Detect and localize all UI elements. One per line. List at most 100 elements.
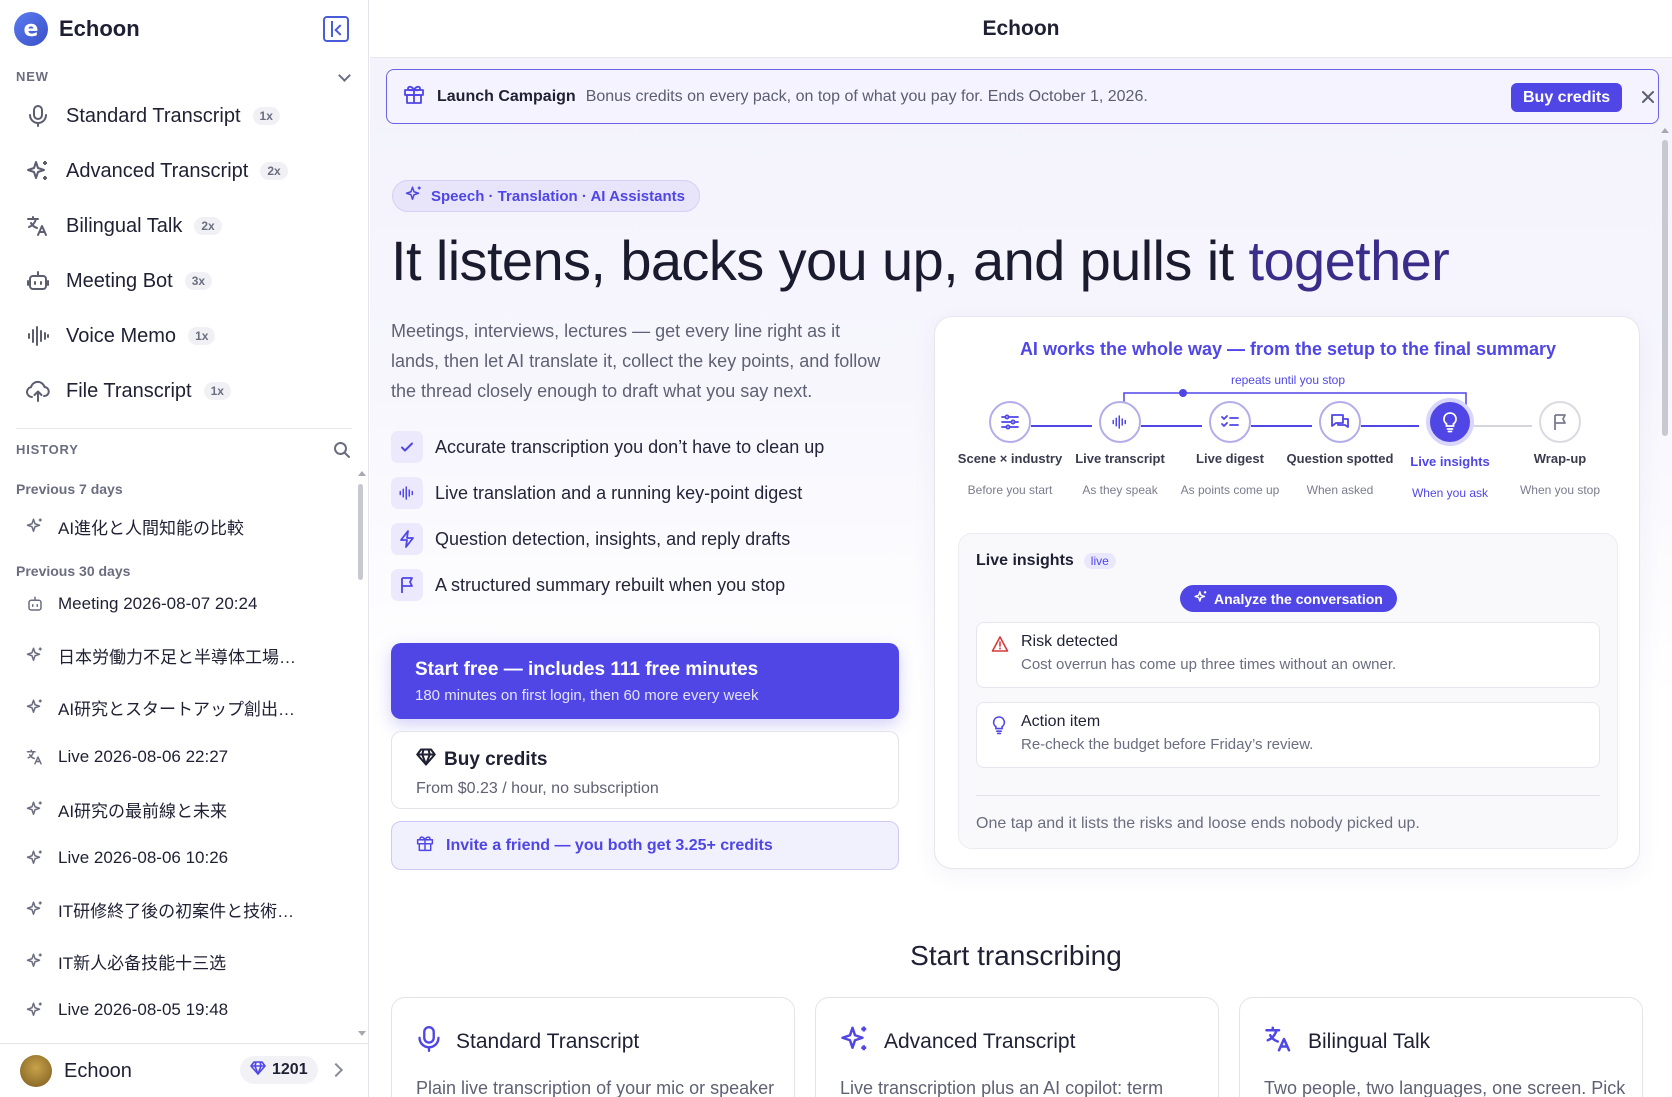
main-scrollbar[interactable] (1662, 140, 1668, 436)
user-name: Echoon (64, 1060, 132, 1082)
user-bar[interactable]: Echoon 1201 (0, 1043, 369, 1097)
buy-credits-card[interactable]: Buy credits From $0.23 / hour, no subscr… (391, 731, 899, 809)
close-icon[interactable] (1639, 88, 1657, 106)
new-item-label: Standard Transcript (66, 104, 241, 127)
translate-icon (1264, 1024, 1294, 1060)
step-timing: When you stop (1519, 483, 1601, 497)
step-name: Live insights (1410, 454, 1490, 469)
flag-icon (1539, 401, 1581, 443)
product-tagline-pill: Speech · Translation · AI Assistants (392, 180, 700, 212)
collapse-sidebar-icon[interactable] (323, 16, 349, 42)
history-scroll-down[interactable] (358, 1031, 366, 1036)
chevron-down-icon[interactable] (338, 69, 351, 82)
search-icon[interactable] (333, 441, 351, 464)
credit-balance[interactable]: 1201 (240, 1056, 318, 1084)
workflow-card: AI works the whole way — from the setup … (934, 316, 1640, 869)
history-item-label: IT研修終了後の初案件と技術… (58, 901, 295, 921)
mode-description: Live transcription plus an AI copilot: t… (840, 1078, 1164, 1097)
new-standard-transcript[interactable]: Standard Transcript 1x (24, 96, 280, 136)
step-name: Question spotted (1286, 451, 1394, 466)
new-meeting-bot[interactable]: Meeting Bot 3x (24, 261, 213, 301)
sparkles-icon (24, 515, 46, 537)
mode-card-advanced-transcript[interactable]: Advanced Transcript Live transcription p… (815, 997, 1219, 1097)
cloud-upload-icon (24, 377, 52, 405)
history-item-label: AI研究の最前線と未来 (58, 801, 228, 821)
sparkles-icon (24, 798, 46, 820)
analyze-conversation-button[interactable]: Analyze the conversation (1180, 585, 1397, 612)
flag-icon (391, 569, 423, 601)
avatar[interactable] (20, 1055, 52, 1087)
start-transcribing-heading: Start transcribing (910, 940, 1122, 971)
history-scrollbar[interactable] (358, 484, 363, 580)
history-scroll-up[interactable] (358, 471, 366, 476)
feature-item: Question detection, insights, and reply … (391, 523, 790, 555)
history-item[interactable]: Live 2026-08-06 10:26 (24, 843, 228, 873)
new-file-transcript[interactable]: File Transcript 1x (24, 371, 231, 411)
new-advanced-transcript[interactable]: Advanced Transcript 2x (24, 151, 288, 191)
sparkles-icon (1194, 590, 1208, 607)
checklist-icon (1209, 401, 1251, 443)
workflow-step: Live digest As points come up (1175, 401, 1285, 497)
analyze-label: Analyze the conversation (1214, 590, 1383, 607)
history-item-label: AI進化と人間知能の比較 (58, 518, 245, 538)
sparkles-icon (24, 950, 46, 972)
diamond-icon (250, 1060, 266, 1080)
sparkles-icon (24, 898, 46, 920)
check-icon (391, 431, 423, 463)
history-item[interactable]: 日本労働力不足と半導体工場… (24, 640, 296, 670)
divider (16, 428, 352, 429)
sparkles-icon (24, 157, 52, 185)
brand[interactable]: e Echoon (14, 12, 140, 46)
insight-action: Action item Re-check the budget before F… (976, 702, 1600, 768)
history-item[interactable]: AI研究の最前線と未来 (24, 794, 227, 824)
chat-bubbles-icon (1319, 401, 1361, 443)
history-section-label: HISTORY (16, 442, 79, 457)
hero-description: Meetings, interviews, lectures — get eve… (391, 321, 881, 401)
page-title: Echoon (982, 16, 1060, 40)
history-item-label: AI研究とスタートアップ創出… (58, 699, 296, 719)
microphone-icon (24, 102, 52, 130)
history-item-label: Live 2026-08-06 22:27 (58, 747, 229, 766)
history-item[interactable]: Meeting 2026-08-07 20:24 (24, 589, 257, 619)
step-timing: Before you start (967, 483, 1053, 497)
insight-title: Risk detected (1021, 633, 1118, 650)
new-item-label: Bilingual Talk (66, 214, 183, 237)
history-item[interactable]: Live 2026-08-06 22:27 (24, 742, 228, 772)
history-item-label: 日本労働力不足と半導体工場… (58, 647, 296, 667)
feature-item: Accurate transcription you don’t have to… (391, 431, 824, 463)
new-section-label: NEW (16, 69, 49, 84)
history-item[interactable]: IT研修終了後の初案件と技術… (24, 894, 294, 924)
divider (976, 795, 1600, 796)
banner-title: Launch Campaign (437, 87, 576, 105)
new-voice-memo[interactable]: Voice Memo 1x (24, 316, 216, 356)
mode-card-bilingual-talk[interactable]: Bilingual Talk Two people, two languages… (1239, 997, 1643, 1097)
new-item-label: Advanced Transcript (66, 159, 249, 182)
mode-card-standard-transcript[interactable]: Standard Transcript Plain live transcrip… (391, 997, 795, 1097)
multiplier-badge: 2x (260, 162, 288, 180)
start-free-button[interactable]: Start free — includes 111 free minutes 1… (391, 643, 899, 719)
live-insights-panel: Live insights live Analyze the conversat… (958, 533, 1618, 849)
step-name: Wrap-up (1533, 451, 1587, 466)
step-timing: As they speak (1082, 483, 1158, 497)
waveform-icon (24, 322, 52, 350)
banner-buy-credits-button[interactable]: Buy credits (1511, 83, 1623, 112)
main-content: Echoon Launch Campaign Bonus credits on … (370, 0, 1672, 1097)
chevron-right-icon[interactable] (328, 1062, 344, 1078)
echoon-logo-icon: e (14, 12, 48, 46)
history-item[interactable]: IT新人必备技能十三选 (24, 946, 226, 976)
sparkles-icon (24, 999, 46, 1021)
history-item[interactable]: AI進化と人間知能の比較 (24, 511, 244, 541)
new-bilingual-talk[interactable]: Bilingual Talk 2x (24, 206, 222, 246)
sparkles-icon (24, 644, 46, 666)
step-name: Scene × industry (957, 451, 1063, 466)
history-item[interactable]: AI研究とスタートアップ創出… (24, 692, 295, 722)
gift-icon (403, 83, 425, 110)
step-timing: As points come up (1180, 483, 1280, 497)
multiplier-badge: 1x (203, 382, 231, 400)
feature-item: A structured summary rebuilt when you st… (391, 569, 785, 601)
history-group-label: Previous 30 days (16, 563, 131, 579)
invite-friend-button[interactable]: Invite a friend — you both get 3.25+ cre… (391, 821, 899, 870)
history-item[interactable]: Live 2026-08-05 19:48 (24, 995, 228, 1025)
main-scroll-up[interactable] (1661, 128, 1669, 133)
sparkles-icon (840, 1024, 870, 1060)
